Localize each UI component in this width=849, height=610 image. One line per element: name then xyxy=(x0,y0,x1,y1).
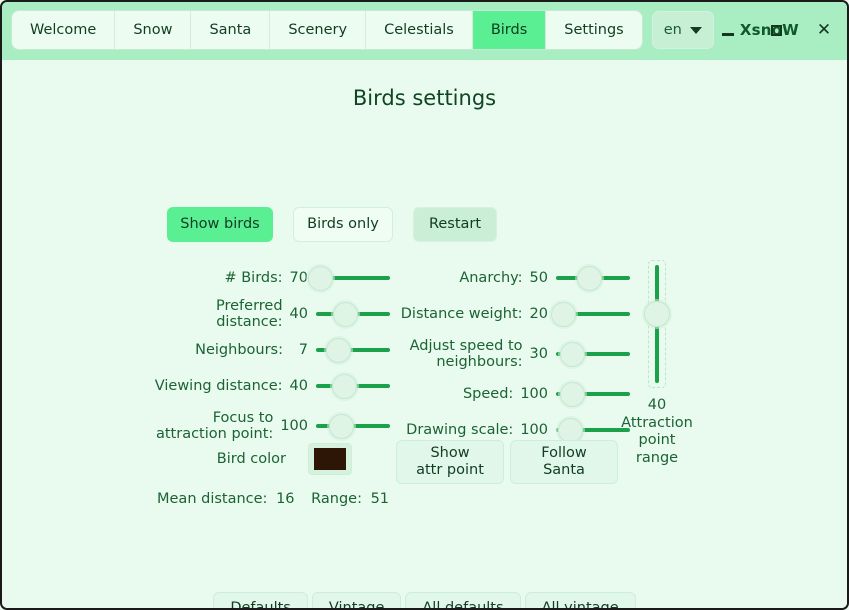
close-button[interactable]: ✕ xyxy=(813,15,835,45)
language-value: en xyxy=(663,22,682,38)
slider-row: Viewing distance: 40 xyxy=(150,368,390,404)
slider-value: 100 xyxy=(280,418,308,434)
bottom-row-1: Defaults Vintage All defaults All vintage xyxy=(213,592,636,608)
tab-scenery[interactable]: Scenery xyxy=(270,11,367,49)
slider-row: Adjust speed to neighbours: 30 xyxy=(394,332,630,376)
stats-row: Mean distance: 16 Range: 51 xyxy=(157,491,393,507)
slider-label: Neighbours: xyxy=(195,341,283,358)
slider-label: Viewing distance: xyxy=(154,377,283,394)
slider-value: 40 xyxy=(289,378,308,394)
slider-value: 40 xyxy=(289,306,308,322)
range-label: Range: xyxy=(311,491,362,507)
tab-snow[interactable]: Snow xyxy=(115,11,192,49)
slider-thumb[interactable] xyxy=(328,414,354,439)
tab-settings[interactable]: Settings xyxy=(546,11,642,49)
birds-only-button[interactable]: Birds only xyxy=(293,207,393,242)
slider[interactable] xyxy=(316,299,390,329)
slider-value: 7 xyxy=(298,342,308,358)
slider-row: Preferred distance: 40 xyxy=(150,296,390,332)
slider-label: Speed: xyxy=(462,385,514,402)
slider-row: Distance weight: 20 xyxy=(394,296,630,332)
slider-value: 30 xyxy=(529,346,548,362)
slider-row: Neighbours: 7 xyxy=(150,332,390,368)
close-icon: ✕ xyxy=(816,19,832,40)
page-title: Birds settings xyxy=(352,86,497,110)
slider-thumb[interactable] xyxy=(331,374,357,399)
bird-color-chip xyxy=(314,448,346,470)
slider[interactable] xyxy=(316,411,390,441)
slider-column-left: # Birds: 70 Preferred distance: 40 Neighbour… xyxy=(150,260,390,448)
slider-value: 100 xyxy=(520,386,548,402)
defaults-button[interactable]: Defaults xyxy=(213,592,308,608)
range-value: 51 xyxy=(370,491,390,507)
slider-column-right: Anarchy: 50 Distance weight: 20 Adjust speed… xyxy=(394,260,630,448)
top-action-buttons: Show birds Birds only Restart xyxy=(167,207,497,242)
slider[interactable] xyxy=(316,371,390,401)
restart-button[interactable]: Restart xyxy=(413,207,497,242)
slider-row: Speed: 100 xyxy=(394,376,630,412)
show-birds-button[interactable]: Show birds xyxy=(167,207,273,242)
window-controls: ✕ xyxy=(717,11,835,49)
slider-thumb[interactable] xyxy=(333,302,359,327)
slider-value: 50 xyxy=(529,270,548,286)
slider-thumb[interactable] xyxy=(559,382,585,407)
all-vintage-button[interactable]: All vintage xyxy=(524,592,636,608)
slider-thumb[interactable] xyxy=(644,300,670,327)
slider-thumb[interactable] xyxy=(550,302,576,327)
minimize-button[interactable] xyxy=(717,15,739,45)
bird-color-swatch[interactable] xyxy=(308,443,352,475)
mean-distance-label: Mean distance: xyxy=(157,491,268,507)
slider[interactable] xyxy=(307,263,390,293)
slider-thumb[interactable] xyxy=(326,338,352,363)
slider-thumb[interactable] xyxy=(559,342,585,367)
bird-color-label: Bird color xyxy=(216,451,286,467)
show-attr-point-button[interactable]: Show attr point xyxy=(396,440,504,484)
slider-label: # Birds: xyxy=(224,269,283,286)
slider-label: Distance weight: xyxy=(400,305,523,322)
tab-welcome[interactable]: Welcome xyxy=(12,11,116,49)
bottom-button-bar: DefaultsVintageAll defaultsAll vintage H… xyxy=(2,592,847,608)
language-selector[interactable]: en xyxy=(651,11,714,49)
slider[interactable] xyxy=(316,335,390,365)
slider-value: 100 xyxy=(520,422,548,438)
tab-birds[interactable]: Birds xyxy=(472,11,547,49)
slider-label: Adjust speed to neighbours: xyxy=(409,337,523,370)
maximize-button[interactable] xyxy=(765,15,787,45)
slider-row: # Birds: 70 xyxy=(150,260,390,296)
chevron-down-icon xyxy=(689,26,702,34)
attraction-buttons: Show attr point Follow Santa xyxy=(396,440,618,484)
attraction-point-range-slider[interactable] xyxy=(644,260,670,388)
slider-row: Anarchy: 50 xyxy=(394,260,630,296)
slider-label: Anarchy: xyxy=(459,269,523,286)
follow-santa-button[interactable]: Follow Santa xyxy=(510,440,618,484)
slider-row: Focus to attraction point: 100 xyxy=(150,404,390,448)
app-window: Welcome Snow Santa Scenery Celestials Birds Se… xyxy=(2,2,847,608)
minimize-icon xyxy=(722,33,734,36)
attraction-point-range-control: 40 Attraction point range xyxy=(619,260,695,468)
slider-thumb[interactable] xyxy=(307,266,333,291)
slider-label: Focus to attraction point: xyxy=(155,409,274,442)
attraction-point-range-label: 40 Attraction point range xyxy=(621,397,693,467)
header-bar: Welcome Snow Santa Scenery Celestials Birds Se… xyxy=(2,2,847,60)
mean-distance-value: 16 xyxy=(276,491,295,507)
bird-color-row: Bird color xyxy=(150,443,352,475)
vintage-button[interactable]: Vintage xyxy=(311,592,402,608)
tab-celestials[interactable]: Celestials xyxy=(366,11,473,49)
tab-bar: Welcome Snow Santa Scenery Celestials Birds Se… xyxy=(12,11,642,49)
all-defaults-button[interactable]: All defaults xyxy=(405,592,521,608)
slider-thumb[interactable] xyxy=(576,266,602,291)
slider-label: Preferred distance: xyxy=(215,297,283,330)
maximize-icon xyxy=(770,24,782,36)
tab-santa[interactable]: Santa xyxy=(191,11,271,49)
content-area: Birds settings Show birds Birds only Res… xyxy=(2,60,847,608)
slider-label: Drawing scale: xyxy=(406,421,514,438)
